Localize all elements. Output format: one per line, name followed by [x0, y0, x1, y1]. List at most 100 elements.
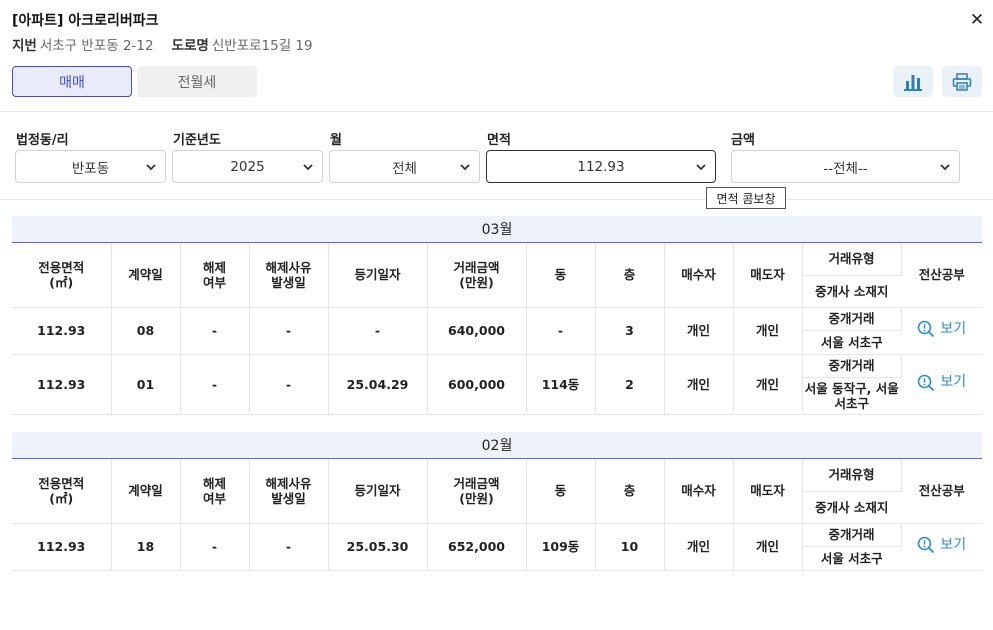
col-doc: 전산공부 [901, 459, 982, 524]
chevron-down-icon [940, 164, 950, 171]
col-reg-date: 등기일자 [328, 459, 428, 524]
col-cancel-reason: 해제사유 발생일 [249, 243, 329, 308]
col-cancel-reason: 해제사유 발생일 [249, 459, 329, 524]
col-cancel: 해제 여부 [180, 459, 250, 524]
cell-area: 112.93 [12, 307, 112, 355]
col-reg-date: 등기일자 [328, 243, 428, 308]
col-buyer: 매수자 [664, 459, 734, 524]
col-cancel: 해제 여부 [180, 243, 250, 308]
col-floor: 층 [595, 243, 665, 308]
cell-floor: 2 [595, 354, 665, 415]
tab-rent[interactable]: 전월세 [137, 66, 257, 97]
view-label: 보기 [940, 320, 967, 337]
view-label: 보기 [940, 536, 967, 553]
area-select[interactable]: 112.93 [486, 150, 716, 183]
price-select-value: --전체-- [823, 160, 868, 177]
year-select-value: 2025 [230, 158, 265, 175]
cell-cancel: - [180, 354, 250, 415]
view-button[interactable]: 보기 [917, 320, 966, 338]
chevron-down-icon [460, 164, 470, 171]
cell-broker: 서울 동작구, 서울 서초구 [802, 377, 901, 415]
month-select-value: 전체 [392, 160, 417, 177]
address-line: 지번 서초구 반포동 2-12 도로명 신반포로15길 19 [12, 34, 313, 54]
chevron-down-icon [146, 164, 156, 171]
cell-buyer: 개인 [664, 523, 734, 571]
transaction-table: 전용면적 (㎡) 계약일 해제 여부 해제사유 발생일 등기일자 거래금액 (만… [12, 459, 982, 571]
col-broker: 중개사 소재지 [802, 275, 901, 308]
area-select-value: 112.93 [577, 158, 625, 175]
month-select[interactable]: 전체 [329, 150, 480, 183]
cell-seller: 개인 [733, 523, 803, 571]
jibun-label: 지번 [12, 38, 37, 54]
cell-trade-type: 중개거래 [802, 307, 902, 331]
view-button[interactable]: 보기 [917, 536, 966, 554]
month-label: 월 [330, 133, 342, 148]
year-label: 기준년도 [173, 133, 221, 148]
print-button[interactable] [942, 66, 982, 97]
cell-day: 08 [111, 307, 181, 355]
col-trade-type: 거래유형 [802, 459, 902, 492]
modal-header: [아파트] 아크로리버파크 지번 서초구 반포동 2-12 도로명 신반포로15길 1… [0, 0, 993, 112]
transaction-table: 전용면적 (㎡) 계약일 해제 여부 해제사유 발생일 등기일자 거래금액 (만… [12, 243, 982, 415]
cell-trade-type: 중개거래 [802, 523, 902, 547]
col-seller: 매도자 [733, 459, 803, 524]
area-tooltip: 면적 콤보창 [706, 187, 786, 209]
cell-dong: 114동 [526, 354, 596, 415]
cell-dong: - [526, 307, 596, 355]
cell-doc: 보기 [901, 523, 982, 571]
search-info-icon [918, 320, 935, 338]
price-label: 금액 [731, 133, 755, 148]
col-seller: 매도자 [733, 243, 803, 308]
road-value: 신반포로15길 19 [211, 38, 313, 54]
col-dong: 동 [526, 459, 596, 524]
cell-reason: - [249, 354, 329, 415]
cell-seller: 개인 [733, 354, 803, 415]
cell-reason: - [249, 523, 329, 571]
cell-broker: 서울 서초구 [802, 330, 901, 355]
region-select[interactable]: 반포동 [15, 150, 166, 183]
close-icon[interactable]: ✕ [968, 10, 986, 30]
cell-doc: 보기 [901, 354, 982, 415]
table-row: 112.93 08 - - - 640,000 - 3 개인 개인 중개거래 보… [12, 307, 982, 355]
col-doc: 전산공부 [901, 243, 982, 308]
price-select[interactable]: --전체-- [731, 150, 960, 183]
cell-reason: - [249, 307, 329, 355]
table-row: 112.93 01 - - 25.04.29 600,000 114동 2 개인… [12, 354, 982, 415]
year-select[interactable]: 2025 [172, 150, 323, 183]
col-contract-day: 계약일 [111, 459, 181, 524]
cell-day: 18 [111, 523, 181, 571]
month-section-title: 03월 [12, 216, 982, 243]
region-select-value: 반포동 [71, 160, 110, 177]
filter-bar: 법정동/리 반포동 기준년도 2025 월 전체 면적 112.93 금액 --… [0, 112, 993, 200]
cell-area: 112.93 [12, 523, 112, 571]
col-area: 전용면적 (㎡) [12, 459, 112, 524]
cell-floor: 10 [595, 523, 665, 571]
col-contract-day: 계약일 [111, 243, 181, 308]
page-title: [아파트] 아크로리버파크 [12, 13, 159, 29]
col-price: 거래금액 (만원) [427, 459, 527, 524]
area-label: 면적 [487, 133, 511, 148]
cell-broker: 서울 서초구 [802, 546, 901, 571]
cell-floor: 3 [595, 307, 665, 355]
cell-cancel: - [180, 523, 250, 571]
month-section-title: 02월 [12, 432, 982, 459]
col-buyer: 매수자 [664, 243, 734, 308]
cell-price: 640,000 [427, 307, 527, 355]
printer-icon [952, 72, 972, 91]
col-floor: 층 [595, 459, 665, 524]
view-button[interactable]: 보기 [917, 374, 966, 392]
chevron-down-icon [303, 164, 313, 171]
bar-chart-icon [904, 74, 922, 91]
cell-seller: 개인 [733, 307, 803, 355]
col-dong: 동 [526, 243, 596, 308]
chart-button[interactable] [893, 66, 933, 97]
col-trade-type: 거래유형 [802, 243, 902, 276]
cell-price: 600,000 [427, 354, 527, 415]
search-info-icon [918, 374, 935, 391]
cell-reg: - [328, 307, 428, 355]
tab-sale[interactable]: 매매 [12, 66, 132, 97]
chevron-down-icon [696, 164, 706, 171]
search-info-icon [918, 536, 935, 554]
cell-price: 652,000 [427, 523, 527, 571]
cell-buyer: 개인 [664, 354, 734, 415]
